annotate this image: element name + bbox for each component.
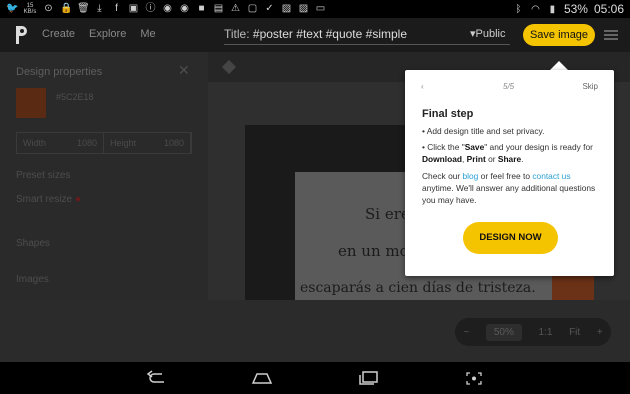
close-icon[interactable]: ✕ [178, 62, 190, 79]
privacy-value: Public [475, 28, 506, 40]
zoom-out-button[interactable]: − [463, 327, 469, 338]
battery-icon: ▮ [549, 3, 556, 15]
screenshot-icon[interactable] [463, 370, 485, 386]
nav-me[interactable]: Me [140, 28, 155, 40]
nav-create[interactable]: Create [42, 28, 75, 40]
facebook-icon: f [115, 3, 118, 14]
height-field[interactable]: Height 1080 [104, 133, 191, 153]
home-icon[interactable] [251, 370, 273, 386]
screen-icon: ▭ [315, 3, 326, 14]
alert-icon: ⊙ [44, 3, 53, 14]
notification-icons: 🐦 15 KB/s ⊙ 🔒 🗑 ⤓ f ▣ ⓘ ◉ ◉ ■ ▤ ⚠ ▢ ✓ ▨ … [6, 3, 326, 15]
info-icon: ⓘ [145, 3, 156, 14]
width-field[interactable]: Width 1080 [17, 133, 104, 153]
shapes-section[interactable]: Shapes [16, 238, 50, 249]
hamburger-menu-icon[interactable] [604, 30, 618, 40]
delete-icon: 🗑 [77, 3, 90, 14]
zoom-1-1-button[interactable]: 1:1 [539, 327, 553, 338]
clipboard-icon: ▢ [247, 3, 258, 14]
save-image-button[interactable]: Save image [523, 24, 595, 46]
recents-icon[interactable] [357, 370, 379, 386]
photo-icon: ▤ [213, 3, 224, 14]
tutorial-popover: ‹ 5/5 Skip Final step • Add design title… [405, 70, 614, 276]
video-icon: ■ [198, 3, 205, 14]
app-header: Create Explore Me Title: #poster #text #… [0, 18, 630, 52]
title-label: Title: [224, 27, 250, 41]
back-icon[interactable] [146, 370, 168, 386]
poster-line-1: Si ere [365, 205, 410, 223]
blog-link[interactable]: blog [463, 171, 479, 181]
popover-title: Final step [422, 108, 474, 120]
popover-bullet-1: • Add design title and set privacy. [422, 126, 545, 136]
nav-explore[interactable]: Explore [89, 28, 126, 40]
zoom-controls: − 50% 1:1 Fit + [455, 318, 611, 346]
status-bar: 🐦 15 KB/s ⊙ 🔒 🗑 ⤓ f ▣ ⓘ ◉ ◉ ■ ▤ ⚠ ▢ ✓ ▨ … [0, 0, 630, 18]
image-icon: ▨ [298, 3, 309, 14]
previous-step-button[interactable]: ‹ [421, 82, 424, 91]
dimensions-fields: Width 1080 Height 1080 [16, 132, 192, 154]
main-nav: Create Explore Me [42, 28, 156, 40]
clock: 05:06 [593, 2, 624, 16]
design-properties-panel: Design properties ✕ #5C2E18 Width 1080 He… [0, 52, 208, 300]
twitter-icon: 🐦 [6, 3, 19, 14]
popover-bullet-2: • Click the "Save" and your design is re… [422, 142, 593, 164]
chrome-icon: ◉ [180, 3, 189, 14]
images-section[interactable]: Images [16, 274, 49, 285]
step-counter: 5/5 [503, 82, 515, 91]
zoom-in-button[interactable]: + [597, 327, 603, 338]
wifi-icon: ◠ [531, 3, 540, 15]
privacy-dropdown[interactable]: ▾Public [470, 27, 506, 40]
design-now-button[interactable]: DESIGN NOW [463, 222, 558, 254]
zoom-fit-button[interactable]: Fit [569, 327, 580, 338]
zoom-percent[interactable]: 50% [485, 323, 522, 341]
panel-heading: Design properties [16, 66, 103, 78]
gallery-icon: ▣ [128, 3, 139, 14]
popover-contact-text: Check our blog or feel free to contact u… [422, 171, 596, 205]
battery-percent: 53% [563, 2, 588, 16]
poster-line-3: escaparás a cien días de tristeza. [300, 280, 536, 296]
warning-icon: ⚠ [231, 3, 240, 14]
preset-sizes[interactable]: Preset sizes [16, 170, 70, 181]
android-nav-bar [0, 362, 630, 394]
network-speed: 15 KB/s [23, 3, 37, 15]
status-right: ᛒ ◠ ▮ 53% 05:06 [513, 2, 624, 16]
download-icon: ⤓ [97, 3, 102, 14]
check-icon: ✓ [265, 3, 274, 14]
hex-value[interactable]: #5C2E18 [56, 92, 94, 102]
bluetooth-icon: ᛒ [515, 3, 522, 15]
contact-us-link[interactable]: contact us [532, 171, 570, 181]
popover-nav: ‹ 5/5 Skip [405, 82, 614, 94]
lock-icon: 🔒 [60, 3, 73, 14]
chrome-icon: ◉ [163, 3, 172, 14]
background-color-swatch[interactable] [16, 88, 46, 118]
logo-icon[interactable] [14, 24, 30, 46]
skip-button[interactable]: Skip [582, 82, 598, 91]
title-input[interactable]: Title: #poster #text #quote #simple [224, 27, 510, 45]
title-value: #poster #text #quote #simple [252, 27, 408, 41]
smart-resize[interactable]: Smart resize ● [16, 194, 81, 205]
poster-line-2: en un mo [338, 242, 409, 260]
image-icon: ▨ [281, 3, 292, 14]
